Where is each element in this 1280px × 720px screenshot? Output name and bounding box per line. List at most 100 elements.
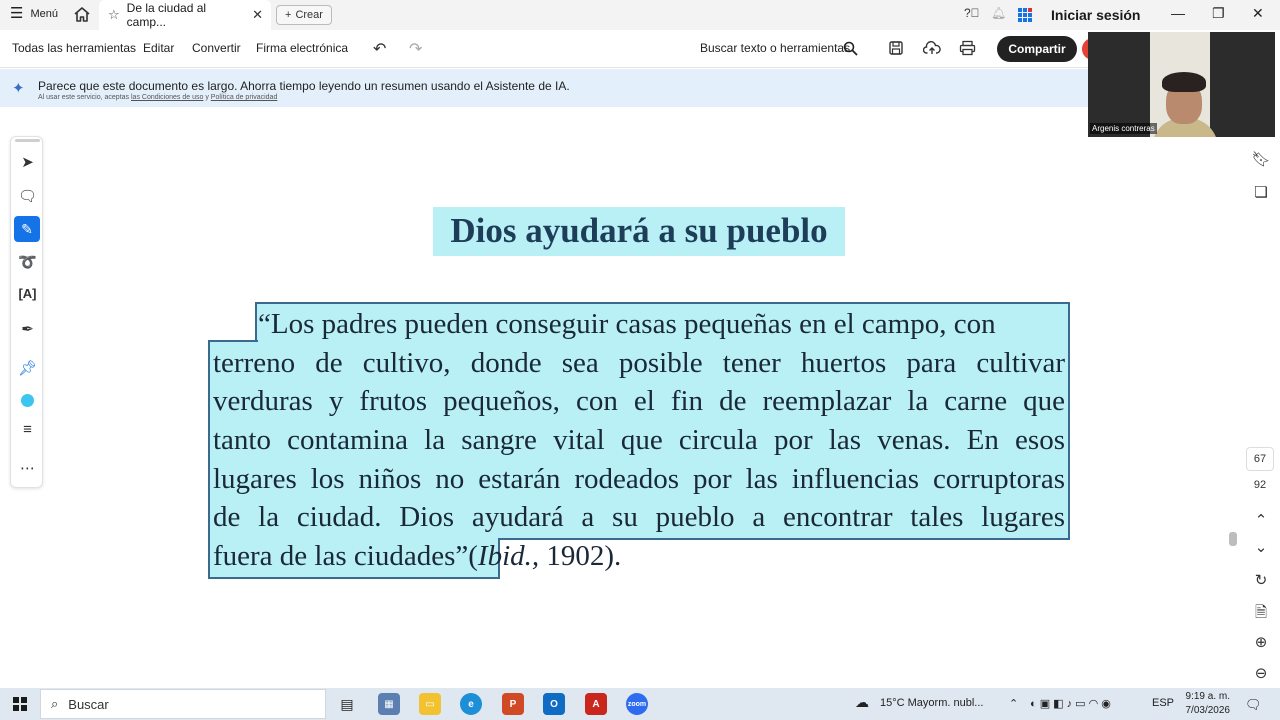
page-up-icon[interactable]: ⌃	[1250, 511, 1272, 529]
main-toolbar: Todas las herramientas Editar Convertir …	[0, 30, 1094, 68]
bookmark-panel-icon[interactable]: 🔖︎	[1250, 150, 1272, 168]
current-page-input[interactable]: 67	[1246, 447, 1274, 471]
menu-label: Menú	[30, 7, 58, 20]
taskbar-search[interactable]: ⌕ Buscar	[40, 689, 326, 719]
sign-icon[interactable]: ✒	[11, 320, 44, 338]
menu-all-tools[interactable]: Todas las herramientas	[12, 41, 136, 55]
hamburger-icon: ☰	[10, 5, 24, 22]
create-label: Crear	[295, 9, 323, 21]
banner-message: Parece que este documento es largo. Ahor…	[38, 79, 570, 93]
terms-link[interactable]: las Condiciones de uso	[131, 94, 203, 101]
star-icon[interactable]: ☆	[108, 7, 120, 23]
terms-prefix: Al usar este servicio, aceptas	[38, 94, 130, 101]
terms-and: y	[205, 94, 209, 101]
page-heading: Dios ayudará a su pueblo	[450, 211, 828, 250]
powerpoint-icon[interactable]: P	[502, 693, 524, 715]
quote-line: lugares los niños no estarán rodeados po…	[213, 463, 1065, 495]
rail-grip[interactable]	[15, 139, 40, 142]
task-view-icon[interactable]: ▤	[336, 693, 358, 715]
video-call-thumbnail[interactable]: Argenis contreras	[1088, 32, 1275, 137]
signin-button[interactable]: Iniciar sesión	[1051, 7, 1140, 23]
scrollbar-thumb[interactable]	[1229, 532, 1237, 546]
minimize-icon[interactable]: —	[1171, 5, 1185, 21]
vertical-scrollbar[interactable]	[1227, 136, 1239, 686]
menu-edit[interactable]: Editar	[143, 41, 174, 55]
menu-button[interactable]: ☰ Menú	[10, 6, 58, 21]
title-bar: ☰ Menú ☆ De la ciudad al camp... ✕ + Cre…	[0, 0, 1280, 30]
search-icon: ⌕	[51, 696, 59, 711]
tab-title: De la ciudad al camp...	[126, 1, 207, 29]
undo-icon[interactable]: ↶	[373, 39, 386, 59]
taskbar-search-placeholder: Buscar	[68, 696, 109, 712]
quote-last-line: fuera de las ciudades”(Ibid., 1902).	[213, 537, 1065, 575]
taskbar-clock[interactable]: 9:19 a. m. 7/03/2026	[1178, 690, 1231, 718]
more-tools-icon[interactable]: ⋯	[11, 459, 44, 477]
close-window-icon[interactable]: ✕	[1252, 5, 1264, 22]
menu-convert[interactable]: Convertir	[192, 41, 241, 55]
quote-line: “Los padres pueden conseguir casas peque…	[258, 308, 996, 340]
citation-open: (	[468, 540, 478, 572]
language-indicator[interactable]: ESP	[1152, 697, 1174, 709]
refresh-icon[interactable]: ↻	[1250, 571, 1272, 589]
windows-taskbar: ⌕ Buscar ▤ ▦ ▭ e P O A zoom ☁ 15°C Mayor…	[0, 688, 1280, 720]
help-icon[interactable]: ?⃝	[964, 6, 980, 20]
outlook-icon[interactable]: O	[543, 693, 565, 715]
highlight-pen-icon[interactable]: ✎	[14, 216, 40, 242]
cloud-upload-icon[interactable]	[923, 40, 941, 56]
draw-lasso-icon[interactable]: ➰	[11, 253, 44, 271]
share-button[interactable]: Compartir	[997, 36, 1077, 62]
bell-icon[interactable]: 🔔︎	[991, 6, 1006, 20]
participant-name: Argenis contreras	[1090, 123, 1157, 134]
acrobat-icon[interactable]: A	[585, 693, 607, 715]
zoom-icon[interactable]: zoom	[626, 693, 648, 715]
citation-italic: Ibid.,	[477, 540, 540, 572]
add-comment-icon[interactable]: 🗨︎	[11, 187, 44, 205]
plus-icon: +	[285, 9, 292, 21]
search-tools[interactable]: Buscar texto o herramientas	[700, 41, 850, 55]
redo-icon[interactable]: ↷	[409, 39, 422, 59]
left-tool-rail: ➤ 🗨︎ ✎ ➰ [A] ✒ 📌︎ ≡ ⋯	[10, 136, 43, 488]
search-icon[interactable]	[843, 41, 858, 56]
clock-date: 7/03/2026	[1185, 705, 1231, 716]
quote-end-text: fuera de las ciudades”	[213, 540, 469, 572]
notifications-icon[interactable]: 🗨︎	[1245, 697, 1262, 713]
weather-text[interactable]: 15°C Mayorm. nubl...	[880, 697, 983, 709]
clock-time: 9:19 a. m.	[1185, 691, 1230, 702]
total-pages: 92	[1253, 479, 1267, 491]
tray-chevron-icon[interactable]: ⌃	[1009, 697, 1018, 710]
select-cursor-icon[interactable]: ➤	[11, 153, 44, 171]
page-info-icon[interactable]: 🗎	[1250, 602, 1272, 627]
quote-line: tanto contamina la sangre vital que circ…	[213, 424, 1065, 456]
color-picker-icon[interactable]	[21, 394, 34, 407]
citation-rest: 1902).	[539, 540, 622, 572]
zoom-out-icon[interactable]: ⊖	[1250, 664, 1272, 682]
save-icon[interactable]	[888, 40, 904, 56]
weather-icon[interactable]: ☁	[855, 694, 869, 711]
file-explorer-icon[interactable]: ▭	[419, 693, 441, 715]
page-down-icon[interactable]: ⌄	[1250, 538, 1272, 556]
apps-grid-icon[interactable]	[1018, 8, 1032, 22]
pin-icon[interactable]: 📌︎	[11, 359, 44, 377]
ai-assistant-banner: ✦ Parece que este documento es largo. Ah…	[0, 69, 1088, 107]
pages-panel-icon[interactable]: ❏	[1250, 183, 1272, 201]
ai-assistant-icon: ✦	[12, 80, 25, 97]
tray-app-icons[interactable]: ◐ ▣ ◧ ♪ ▭ ◠ ◉	[1030, 697, 1111, 710]
create-button[interactable]: + Crear	[276, 5, 332, 25]
close-tab-icon[interactable]: ✕	[252, 7, 263, 23]
home-icon[interactable]	[72, 5, 92, 25]
print-icon[interactable]	[959, 40, 976, 56]
quote-line: verduras y frutos pequeños, con el fin d…	[213, 385, 1065, 417]
edge-icon[interactable]: e	[460, 693, 482, 715]
zoom-in-icon[interactable]: ⊕	[1250, 633, 1272, 651]
heading-highlight: Dios ayudará a su pueblo	[433, 207, 845, 256]
text-box-icon[interactable]: [A]	[11, 286, 44, 301]
menu-e-sign[interactable]: Firma electrónica	[256, 41, 348, 55]
document-tab[interactable]: ☆ De la ciudad al camp... ✕	[99, 0, 271, 30]
file-explorer-alt-icon[interactable]: ▦	[378, 693, 400, 715]
privacy-link[interactable]: Política de privacidad	[211, 94, 278, 101]
windows-start-icon[interactable]	[13, 697, 27, 711]
maximize-icon[interactable]: ❐	[1212, 5, 1225, 22]
participant-hair	[1162, 72, 1206, 92]
line-weight-icon[interactable]: ≡	[11, 421, 44, 438]
quote-line: terreno de cultivo, donde sea posible te…	[213, 347, 1065, 379]
